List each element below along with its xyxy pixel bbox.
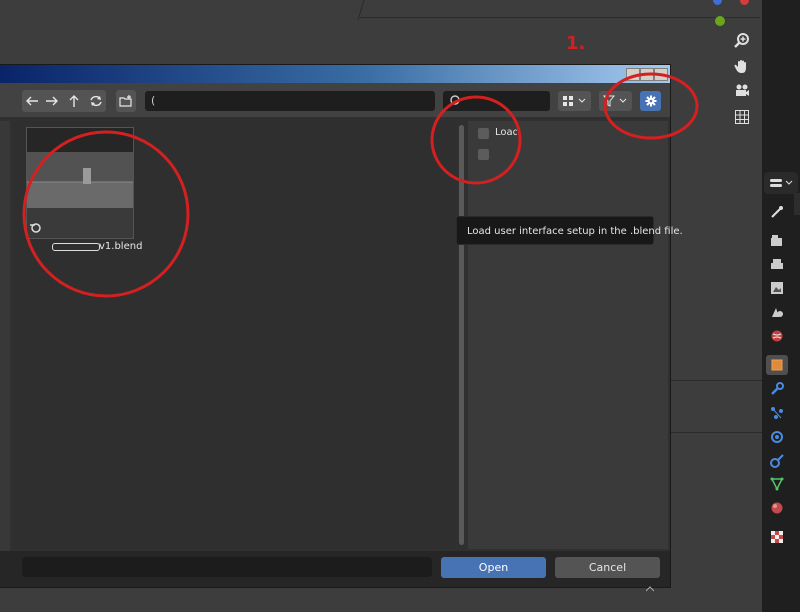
annotation-circle-one bbox=[603, 72, 699, 140]
annotation-circle-two bbox=[430, 95, 522, 185]
annotation-circle-three bbox=[22, 130, 190, 298]
annotation-circles bbox=[22, 72, 699, 298]
